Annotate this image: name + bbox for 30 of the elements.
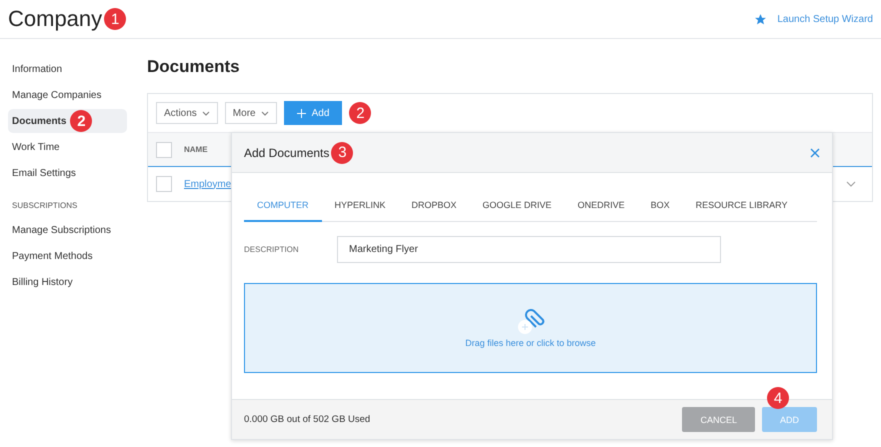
storage-usage: 0.000 GB out of 502 GB Used bbox=[244, 414, 372, 425]
column-header: NAME bbox=[184, 145, 208, 154]
drop-hint: Drag files here or click to browse bbox=[465, 338, 596, 348]
actions-dropdown[interactable]: Actions bbox=[156, 102, 218, 124]
callout-badge: 4 bbox=[766, 387, 789, 409]
sidebar-item[interactable]: Work Time bbox=[12, 142, 60, 152]
source-tab[interactable]: GOOGLE DRIVE bbox=[470, 187, 565, 222]
field-label: DESCRIPTION bbox=[244, 245, 300, 254]
description-field[interactable]: Marketing Flyer bbox=[337, 236, 721, 263]
callout-badge: 2 bbox=[70, 110, 92, 132]
source-tab[interactable]: RESOURCE LIBRARY bbox=[682, 187, 800, 222]
callout-badge: 3 bbox=[331, 142, 354, 164]
dialog-title: Add Documents bbox=[244, 146, 330, 160]
source-tab[interactable]: ONEDRIVE bbox=[564, 187, 638, 222]
more-dropdown[interactable]: More bbox=[224, 102, 277, 124]
callout-badge: 2 bbox=[349, 102, 372, 124]
page-title: Company bbox=[8, 6, 102, 32]
sidebar-item[interactable]: Information bbox=[12, 64, 62, 74]
sidebar-item[interactable]: Manage Companies bbox=[12, 90, 102, 100]
source-tab[interactable]: BOX bbox=[638, 187, 683, 222]
sidebar-item[interactable]: Manage Subscriptions bbox=[12, 224, 111, 236]
sidebar-item[interactable]: Email Settings bbox=[12, 168, 76, 178]
sidebar-item[interactable]: Payment Methods bbox=[12, 250, 93, 262]
section-heading: SUBSCRIPTIONS bbox=[11, 200, 78, 212]
section-title: Documents bbox=[147, 57, 241, 77]
source-tab[interactable]: HYPERLINK bbox=[322, 187, 399, 222]
source-tab[interactable]: DROPBOX bbox=[398, 187, 470, 222]
sidebar-item[interactable]: Billing History bbox=[12, 276, 73, 288]
callout-badge: 1 bbox=[104, 8, 126, 30]
sidebar-item[interactable]: Documents bbox=[12, 116, 66, 126]
